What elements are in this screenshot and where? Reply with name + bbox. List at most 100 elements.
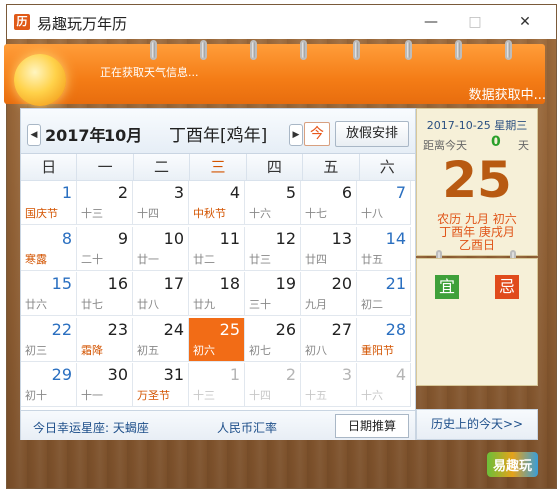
calendar-day-cell[interactable]: 19 三十 bbox=[245, 272, 301, 316]
month-navigator: ◀ 2017年 10月 丁酉年[鸡年] ▶ 今 放假安排 bbox=[21, 109, 415, 154]
day-number: 28 bbox=[385, 319, 406, 339]
year-select[interactable]: 2017年 bbox=[45, 122, 106, 146]
calendar-day-cell[interactable]: 24 初五 bbox=[133, 317, 189, 362]
calendar-day-cell[interactable]: 23 霜降 bbox=[77, 317, 133, 362]
minimize-button[interactable]: — bbox=[416, 11, 446, 33]
lunar-day: 廿九 bbox=[193, 298, 215, 311]
day-number: 12 bbox=[275, 228, 296, 248]
day-number: 3 bbox=[173, 183, 184, 202]
calendar-day-cell[interactable]: 2 十三 bbox=[77, 181, 133, 225]
binder-ring-icon bbox=[300, 40, 307, 60]
month-select[interactable]: 10月 bbox=[104, 122, 142, 146]
history-today-link[interactable]: 历史上的今天>> bbox=[416, 409, 538, 440]
day-number: 5 bbox=[285, 183, 296, 202]
day-number: 9 bbox=[117, 228, 128, 248]
calendar-day-cell[interactable]: 2 十四 bbox=[245, 363, 301, 407]
calendar-day-cell[interactable]: 16 廿七 bbox=[77, 272, 133, 316]
ji-badge[interactable]: 忌 bbox=[495, 275, 519, 299]
lunar-day: 国庆节 bbox=[25, 207, 58, 220]
lunar-day: 十四 bbox=[249, 389, 271, 402]
lunar-day: 十一 bbox=[81, 389, 103, 402]
calendar-day-cell[interactable]: 7 十八 bbox=[357, 181, 411, 225]
calendar-day-cell[interactable]: 5 十六 bbox=[245, 181, 301, 225]
prev-month-button[interactable]: ◀ bbox=[27, 124, 41, 146]
date-calc-button[interactable]: 日期推算 bbox=[335, 414, 409, 438]
calendar-day-cell[interactable]: 13 廿四 bbox=[301, 226, 357, 271]
day-number: 26 bbox=[275, 319, 296, 339]
lunar-day: 二十 bbox=[81, 252, 103, 266]
holiday-schedule-button[interactable]: 放假安排 bbox=[335, 121, 409, 147]
day-number: 1 bbox=[229, 365, 240, 384]
calendar-day-cell[interactable]: 25 初六 bbox=[189, 317, 245, 362]
weekday-sun: 日 bbox=[21, 154, 78, 180]
lunar-day: 廿八 bbox=[137, 298, 159, 311]
calendar-day-cell[interactable]: 20 九月 bbox=[301, 272, 357, 316]
lunar-day: 初十 bbox=[25, 389, 47, 402]
calendar-day-cell[interactable]: 1 十三 bbox=[189, 363, 245, 407]
date-card: 2017-10-25 星期三 距离今天 0 天 25 农历 九月 初六 丁酉年 … bbox=[416, 108, 538, 256]
weekday-wed: 三 bbox=[190, 154, 247, 180]
lucky-constellation[interactable]: 今日幸运星座: 天蝎座 bbox=[33, 419, 149, 436]
calendar-footer: 今日幸运星座: 天蝎座 人民币汇率 日期推算 bbox=[21, 410, 415, 440]
calendar-day-cell[interactable]: 12 廿三 bbox=[245, 226, 301, 271]
calendar-grid: 1 国庆节 2 十三 3 十四 4 中秋节 5 十六 6 十七 7 十八 8 寒露 9 二十 10 廿一 11 廿二 12 廿… bbox=[21, 181, 415, 410]
lunar-day: 万圣节 bbox=[137, 389, 170, 402]
sun-icon[interactable] bbox=[14, 54, 66, 106]
calendar-day-cell[interactable]: 3 十四 bbox=[133, 181, 189, 225]
calendar-day-cell[interactable]: 10 廿一 bbox=[133, 226, 189, 271]
calendar-day-cell[interactable]: 31 万圣节 bbox=[133, 363, 189, 407]
calendar-day-cell[interactable]: 4 中秋节 bbox=[189, 181, 245, 225]
calendar-day-cell[interactable]: 17 廿八 bbox=[133, 272, 189, 316]
calendar-day-cell[interactable]: 9 二十 bbox=[77, 226, 133, 271]
window-title: 易趣玩万年历 bbox=[37, 15, 128, 33]
calendar-day-cell[interactable]: 18 廿九 bbox=[189, 272, 245, 316]
day-number: 23 bbox=[107, 319, 128, 339]
lunar-day: 霜降 bbox=[81, 343, 103, 357]
calendar-day-cell[interactable]: 26 初七 bbox=[245, 317, 301, 362]
day-number: 2 bbox=[285, 365, 296, 384]
calendar-day-cell[interactable]: 14 廿五 bbox=[357, 226, 411, 271]
calendar-day-cell[interactable]: 4 十六 bbox=[357, 363, 411, 407]
lunar-day: 廿二 bbox=[193, 252, 215, 266]
weather-status: 正在获取天气信息... bbox=[100, 66, 199, 79]
lunar-day: 十八 bbox=[361, 207, 383, 220]
yi-badge[interactable]: 宜 bbox=[435, 275, 459, 299]
weekday-fri: 五 bbox=[303, 154, 360, 180]
day-number: 16 bbox=[107, 274, 128, 293]
lunar-line: 乙酉日 bbox=[458, 238, 495, 252]
calendar-day-cell[interactable]: 28 重阳节 bbox=[357, 317, 411, 362]
exchange-rate-link[interactable]: 人民币汇率 bbox=[217, 419, 277, 436]
calendar-day-cell[interactable]: 29 初十 bbox=[21, 363, 77, 407]
ganzhi-year: 丁酉年[鸡年] bbox=[169, 126, 268, 146]
title-bar[interactable]: 历 易趣玩万年历 — □ ✕ bbox=[7, 5, 556, 39]
calendar-day-cell[interactable]: 1 国庆节 bbox=[21, 181, 77, 225]
next-month-button[interactable]: ▶ bbox=[289, 124, 303, 146]
lunar-day: 十六 bbox=[249, 207, 271, 220]
weather-header bbox=[4, 44, 545, 104]
calendar-day-cell[interactable]: 30 十一 bbox=[77, 363, 133, 407]
calendar-day-cell[interactable]: 22 初三 bbox=[21, 317, 77, 362]
day-number: 22 bbox=[51, 319, 72, 339]
weekday-sat: 六 bbox=[379, 158, 395, 176]
today-button[interactable]: 今 bbox=[304, 122, 330, 146]
calendar-day-cell[interactable]: 6 十七 bbox=[301, 181, 357, 225]
day-number: 1 bbox=[61, 183, 72, 202]
weekday-thu: 四 bbox=[247, 154, 304, 180]
lunar-day: 初八 bbox=[305, 343, 327, 357]
calendar-day-cell[interactable]: 3 十五 bbox=[301, 363, 357, 407]
lunar-day: 初七 bbox=[249, 343, 271, 357]
lunar-day: 初三 bbox=[25, 343, 47, 357]
maximize-button[interactable]: □ bbox=[460, 11, 490, 33]
close-button[interactable]: ✕ bbox=[510, 11, 540, 33]
lunar-day: 初二 bbox=[361, 298, 383, 311]
binder-ring-icon bbox=[505, 40, 512, 60]
calendar-day-cell[interactable]: 8 寒露 bbox=[21, 226, 77, 271]
calendar-day-cell[interactable]: 15 廿六 bbox=[21, 272, 77, 316]
calendar-day-cell[interactable]: 27 初八 bbox=[301, 317, 357, 362]
binder-ring-icon bbox=[455, 40, 462, 60]
binder-ring-icon bbox=[200, 40, 207, 60]
calendar-day-cell[interactable]: 11 廿二 bbox=[189, 226, 245, 271]
weekday-tue: 二 bbox=[134, 154, 191, 180]
calendar-day-cell[interactable]: 21 初二 bbox=[357, 272, 411, 316]
selected-date: 2017-10-25 星期三 bbox=[426, 119, 528, 132]
